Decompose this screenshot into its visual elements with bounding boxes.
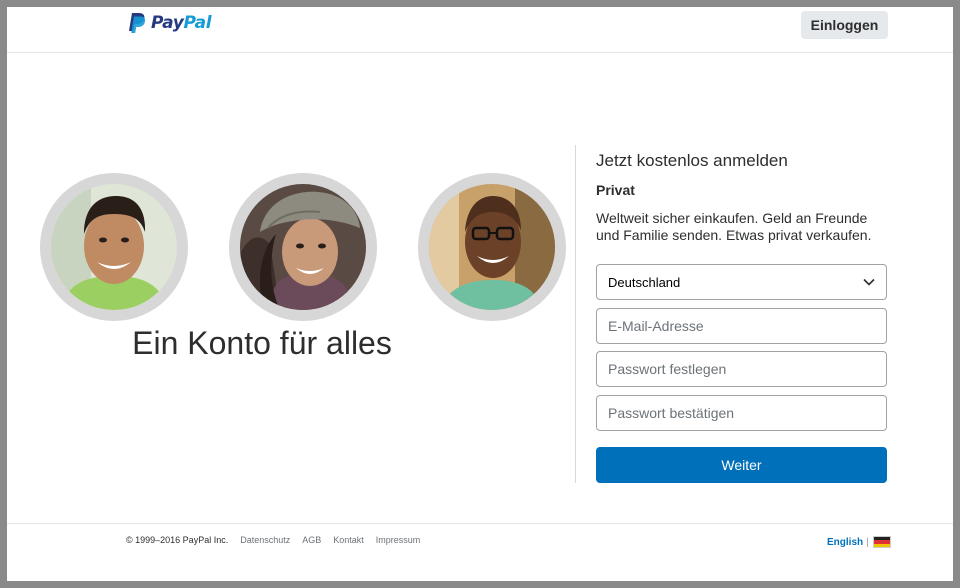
vertical-divider [575,145,576,483]
language-separator: | [866,536,869,548]
chevron-down-icon [863,278,875,286]
avatar-woman-hat [229,173,377,321]
signup-description: Weltweit sicher einkaufen. Geld an Freun… [596,210,872,243]
password-field[interactable] [596,351,887,387]
logo-pal: Pal [183,13,212,33]
footer-link-privacy[interactable]: Datenschutz [240,535,290,545]
footer-link-contact[interactable]: Kontakt [333,535,364,545]
portrait-man-icon [51,184,177,310]
email-field[interactable] [596,308,887,344]
portrait-man-glasses-icon [429,184,555,310]
country-value: Deutschland [608,274,681,290]
footer-links: © 1999–2016 PayPal Inc. Datenschutz AGB … [126,535,420,545]
login-button[interactable]: Einloggen [801,11,888,39]
paypal-wordmark: PayPal [151,13,212,33]
portrait-woman-icon [240,184,366,310]
avatar-man-smiling [40,173,188,321]
german-flag-icon[interactable] [872,536,891,548]
browser-frame: PayPal Einloggen Ein Konto für alles Jet… [7,7,953,581]
footer-link-imprint[interactable]: Impressum [376,535,421,545]
paypal-logo-icon [129,13,146,33]
paypal-logo[interactable]: PayPal [126,11,212,35]
continue-button[interactable]: Weiter [596,447,887,483]
account-type-label: Privat [596,182,635,198]
hero-title: Ein Konto für alles [132,325,392,361]
header: PayPal Einloggen [7,7,953,53]
footer-link-terms[interactable]: AGB [302,535,321,545]
footer-divider [7,523,953,524]
logo-pay: Pay [151,13,184,33]
language-english-link[interactable]: English [827,537,863,548]
copyright-text: © 1999–2016 PayPal Inc. [126,535,229,545]
signup-title: Jetzt kostenlos anmelden [596,151,788,170]
country-select[interactable]: Deutschland [596,264,887,300]
language-switcher: English | [827,536,891,548]
password-confirm-field[interactable] [596,395,887,431]
avatar-man-glasses [418,173,566,321]
